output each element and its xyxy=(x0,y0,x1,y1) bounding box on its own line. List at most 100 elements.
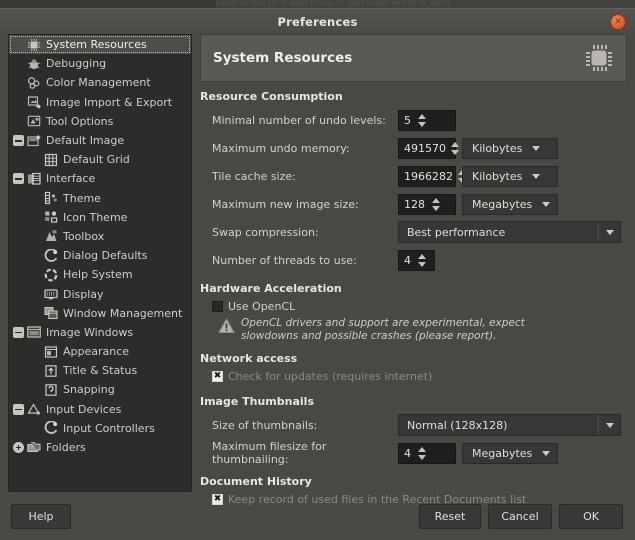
sidebar-item-label: Default Grid xyxy=(63,153,130,167)
sidebar-item-image-windows[interactable]: Image Windows xyxy=(9,323,191,342)
sidebar-item-interface[interactable]: Interface xyxy=(9,169,191,188)
expander-collapse-icon[interactable] xyxy=(13,403,24,415)
sidebar-item-label: Folders xyxy=(46,441,86,455)
snapping-icon xyxy=(43,382,59,398)
sidebar-item-default-grid[interactable]: Default Grid xyxy=(9,150,191,169)
expander-collapse-icon[interactable] xyxy=(13,135,24,147)
chevron-down-icon xyxy=(532,173,541,179)
max-undo-memory-unit-select[interactable]: Kilobytes xyxy=(462,137,558,159)
stepper-down-icon[interactable] xyxy=(417,454,426,460)
max-filesize-thumbnailing-stepper[interactable]: 4 xyxy=(398,442,456,464)
min-undo-levels-stepper[interactable]: 5 xyxy=(398,109,456,131)
max-undo-memory-value: 491570 xyxy=(404,141,446,155)
sidebar-item-label: Icon Theme xyxy=(63,210,128,224)
thumbnail-size-dropdown-button[interactable] xyxy=(598,415,620,435)
max-new-image-size-unit-value: Megabytes xyxy=(472,197,533,211)
thumbnail-size-value: Normal (128x128) xyxy=(407,418,508,432)
thumbnail-size-select[interactable]: Normal (128x128) xyxy=(398,414,621,436)
check-updates-checkbox[interactable]: ✖ xyxy=(212,371,223,382)
stepper-up-icon[interactable] xyxy=(417,446,426,452)
stepper-down-icon[interactable] xyxy=(417,121,426,127)
stepper-arrows[interactable] xyxy=(451,139,461,158)
expander-expand-icon[interactable] xyxy=(13,442,24,454)
use-opencl-checkbox-row[interactable]: Use OpenCL xyxy=(200,298,627,315)
sidebar-item-folders[interactable]: Folders xyxy=(9,438,191,457)
sidebar-item-toolbox[interactable]: Toolbox xyxy=(9,227,191,246)
check-updates-checkbox-row[interactable]: ✖ Check for updates (requires internet) xyxy=(200,368,627,385)
stepper-up-icon[interactable] xyxy=(417,113,426,119)
section-title-document-history: Document History xyxy=(200,475,312,488)
expander-collapse-icon[interactable] xyxy=(13,326,24,338)
section-title-resource-consumption: Resource Consumption xyxy=(200,90,343,103)
sidebar-item-theme[interactable]: Theme xyxy=(9,189,191,208)
sidebar-item-appearance[interactable]: Appearance xyxy=(9,342,191,361)
num-threads-stepper[interactable]: 4 xyxy=(398,249,435,271)
sidebar-item-input-controllers[interactable]: Input Controllers xyxy=(9,419,191,438)
min-undo-levels-label: Minimal number of undo levels: xyxy=(212,113,386,127)
sidebar-item-default-image[interactable]: Default Image xyxy=(9,131,191,150)
stepper-arrows[interactable] xyxy=(416,111,429,130)
sidebar-item-window-management[interactable]: Window Management xyxy=(9,304,191,323)
toolbox-icon xyxy=(43,228,59,244)
stepper-arrows[interactable] xyxy=(416,444,429,463)
stepper-arrows[interactable] xyxy=(416,251,429,270)
section-title-image-thumbnails: Image Thumbnails xyxy=(200,395,314,408)
max-new-image-size-value: 128 xyxy=(404,197,425,211)
sidebar-item-system-resources[interactable]: System Resources xyxy=(9,35,191,55)
sidebar-item-display[interactable]: Display xyxy=(9,284,191,303)
preferences-sidebar[interactable]: System Resources Debugging Color Managemen… xyxy=(8,34,192,492)
sidebar-item-color-management[interactable]: Color Management xyxy=(9,73,191,92)
sidebar-item-help-system[interactable]: Help System xyxy=(9,265,191,284)
max-filesize-thumbnailing-value: 4 xyxy=(404,446,411,460)
stepper-arrows[interactable] xyxy=(430,195,443,214)
sidebar-item-debugging[interactable]: Debugging xyxy=(9,54,191,73)
close-icon[interactable]: ✕ xyxy=(610,14,626,30)
cancel-button[interactable]: Cancel xyxy=(488,504,552,529)
sidebar-item-input-devices[interactable]: Input Devices xyxy=(9,400,191,419)
reset-button[interactable]: Reset xyxy=(419,504,481,529)
sidebar-item-snapping[interactable]: Snapping xyxy=(9,380,191,399)
stepper-down-icon[interactable] xyxy=(417,261,426,267)
page-body: Resource Consumption Minimal number of u… xyxy=(200,90,627,506)
sidebar-item-label: Title & Status xyxy=(63,364,138,378)
sidebar-item-label: Display xyxy=(63,287,104,301)
stepper-up-icon[interactable] xyxy=(431,197,440,203)
stepper-down-icon[interactable] xyxy=(451,149,459,155)
preferences-content: System Resources Resource Consumption Mi… xyxy=(200,34,627,506)
expander-collapse-icon[interactable] xyxy=(13,173,24,185)
swap-compression-select[interactable]: Best performance xyxy=(398,221,621,243)
swap-compression-dropdown-button[interactable] xyxy=(598,222,620,242)
sidebar-item-dialog-defaults[interactable]: Dialog Defaults xyxy=(9,246,191,265)
sidebar-item-image-import-export[interactable]: Image Import & Export xyxy=(9,93,191,112)
interface-icon xyxy=(26,171,42,187)
stepper-up-icon[interactable] xyxy=(451,141,459,147)
max-new-image-size-unit-select[interactable]: Megabytes xyxy=(462,193,558,215)
sidebar-item-icon-theme[interactable]: Icon Theme xyxy=(9,208,191,227)
max-filesize-thumbnailing-unit-select[interactable]: Megabytes xyxy=(462,442,558,464)
use-opencl-checkbox[interactable] xyxy=(212,301,223,312)
window-management-icon xyxy=(43,305,59,321)
stepper-down-icon[interactable] xyxy=(431,205,440,211)
page-header: System Resources xyxy=(200,34,627,82)
tile-cache-size-unit-select[interactable]: Kilobytes xyxy=(462,165,558,187)
max-new-image-size-stepper[interactable]: 128 xyxy=(398,193,456,215)
sidebar-item-label: Input Controllers xyxy=(63,421,155,435)
input-devices-icon xyxy=(26,401,42,417)
sidebar-item-title-status[interactable]: Title & Status xyxy=(9,361,191,380)
stepper-up-icon[interactable] xyxy=(417,253,426,259)
sidebar-item-label: Appearance xyxy=(63,345,130,359)
sidebar-item-label: Help System xyxy=(63,268,133,282)
display-icon xyxy=(43,286,59,302)
tile-cache-size-stepper[interactable]: 1966282 xyxy=(398,165,466,187)
ok-button[interactable]: OK xyxy=(559,504,623,529)
tile-cache-size-value: 1966282 xyxy=(404,169,453,183)
help-button[interactable]: Help xyxy=(11,504,71,529)
sidebar-item-tool-options[interactable]: Tool Options xyxy=(9,112,191,131)
max-undo-memory-stepper[interactable]: 491570 xyxy=(398,137,459,159)
